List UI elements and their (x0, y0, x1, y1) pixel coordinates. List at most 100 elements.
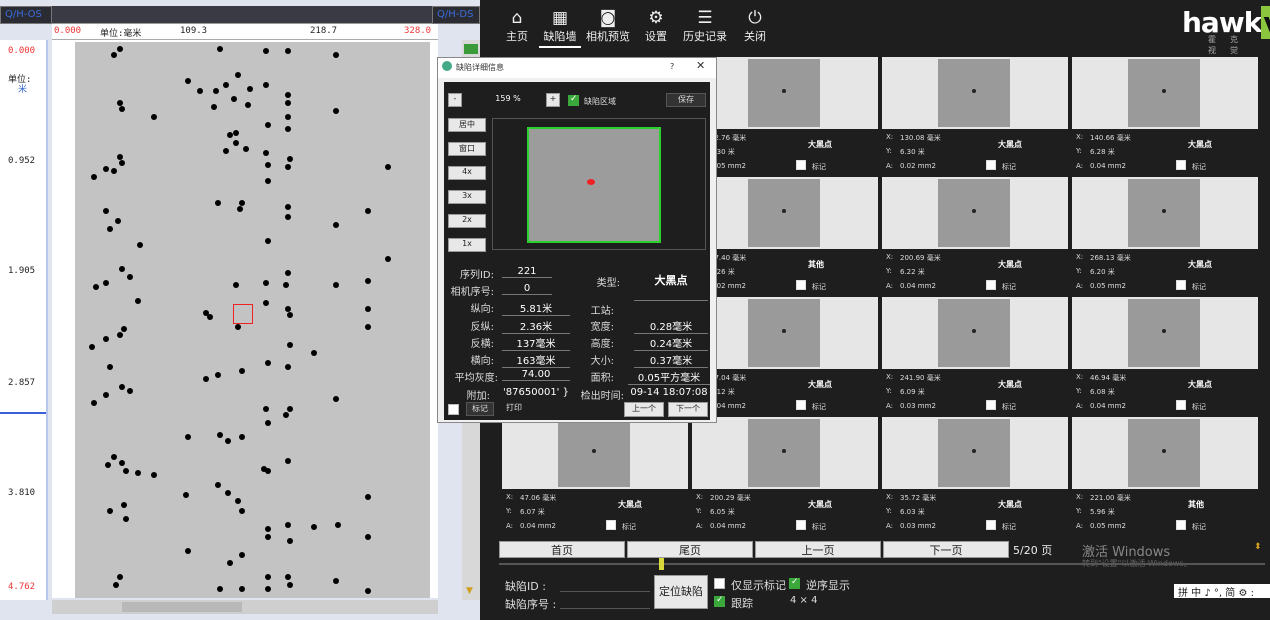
defect-image[interactable] (692, 297, 878, 369)
history-button[interactable]: ☰ 历史记录 (682, 8, 728, 48)
defect-dot[interactable] (127, 388, 133, 394)
defect-dot[interactable] (119, 106, 125, 112)
defect-dot[interactable] (185, 548, 191, 554)
defect-dot[interactable] (223, 148, 229, 154)
defect-dot[interactable] (365, 494, 371, 500)
defect-image[interactable] (692, 57, 878, 129)
mark-button[interactable]: 标记 (466, 402, 494, 416)
defect-thumbnail[interactable]: X:57.40 毫米Y:6.26 米A:0.02 mm2其他标记 (692, 177, 878, 295)
defect-dot[interactable] (385, 164, 391, 170)
defect-dot[interactable] (215, 372, 221, 378)
defect-dot[interactable] (119, 160, 125, 166)
defect-dot[interactable] (117, 574, 123, 580)
defect-dot[interactable] (231, 96, 237, 102)
scroll-thumb[interactable] (122, 602, 242, 612)
defect-dot[interactable] (243, 146, 249, 152)
defect-dot[interactable] (335, 522, 341, 528)
defect-dot[interactable] (203, 376, 209, 382)
mark-checkbox[interactable] (1176, 160, 1186, 170)
defect-thumbnail[interactable]: X:62.76 毫米Y:6.30 米A:0.05 mm2大黑点标记 (692, 57, 878, 175)
mark-checkbox[interactable] (796, 280, 806, 290)
mark-checkbox[interactable] (1176, 280, 1186, 290)
zoom-2x-button[interactable]: 2x (448, 214, 486, 228)
defect-dot[interactable] (247, 86, 253, 92)
defect-dot[interactable] (223, 82, 229, 88)
defect-dot[interactable] (311, 524, 317, 530)
defect-dot[interactable] (239, 434, 245, 440)
defect-dot[interactable] (365, 534, 371, 540)
defect-dot[interactable] (117, 46, 123, 52)
defect-thumbnail[interactable]: X:57.04 毫米Y:6.12 米A:0.04 mm2大黑点标记 (692, 297, 878, 415)
defect-dot[interactable] (103, 336, 109, 342)
defect-dot[interactable] (265, 420, 271, 426)
defect-dot[interactable] (235, 324, 241, 330)
zoom-4x-button[interactable]: 4x (448, 166, 486, 180)
defect-dot[interactable] (207, 314, 213, 320)
defect-dot[interactable] (245, 102, 251, 108)
defect-dot[interactable] (285, 270, 291, 276)
defect-thumbnail[interactable]: X: 241.90 毫米 Y: 6.09 米 A: 0.03 mm2 大黑点 标记 (882, 297, 1068, 415)
defect-image[interactable] (882, 417, 1068, 489)
mark-checkbox[interactable] (986, 160, 996, 170)
defect-dot[interactable] (113, 582, 119, 588)
window-button[interactable]: 窗口 (448, 142, 486, 156)
defect-dot[interactable] (285, 126, 291, 132)
defect-image-view[interactable] (492, 118, 706, 250)
defect-dot[interactable] (185, 78, 191, 84)
defect-dot[interactable] (107, 364, 113, 370)
track-checkbox[interactable] (714, 595, 725, 607)
defect-wall-button[interactable]: ▦ 缺陷墙 (539, 8, 581, 48)
defect-image[interactable] (882, 177, 1068, 249)
defect-dot[interactable] (265, 586, 271, 592)
defect-dot[interactable] (123, 516, 129, 522)
defect-dot[interactable] (365, 324, 371, 330)
defect-dot[interactable] (105, 462, 111, 468)
defect-dot[interactable] (103, 392, 109, 398)
defect-dot[interactable] (215, 482, 221, 488)
defect-dot[interactable] (285, 164, 291, 170)
prev-defect-button[interactable]: 上一个 (624, 402, 664, 417)
scroll-up-icon[interactable] (464, 44, 478, 54)
defect-id-input[interactable] (560, 591, 650, 592)
defect-dot[interactable] (333, 222, 339, 228)
zoom-in-button[interactable]: + (546, 93, 560, 107)
defect-dot[interactable] (265, 162, 271, 168)
selected-defect-marker[interactable] (233, 304, 253, 324)
defect-dot[interactable] (103, 166, 109, 172)
defect-dot[interactable] (119, 384, 125, 390)
next-defect-button[interactable]: 下一个 (668, 402, 708, 417)
page-slider[interactable] (499, 558, 1265, 570)
defect-dot[interactable] (119, 460, 125, 466)
defect-image[interactable] (1072, 177, 1258, 249)
defect-dot[interactable] (333, 108, 339, 114)
defect-dot[interactable] (215, 200, 221, 206)
defect-dot[interactable] (285, 522, 291, 528)
defect-thumbnail[interactable]: X: 130.08 毫米 Y: 6.30 米 A: 0.02 mm2 大黑点 标记 (882, 57, 1068, 175)
mark-checkbox[interactable] (796, 400, 806, 410)
defect-dot[interactable] (285, 114, 291, 120)
defect-dot[interactable] (237, 206, 243, 212)
defect-dot[interactable] (265, 526, 271, 532)
defect-dot[interactable] (287, 406, 293, 412)
defect-dot[interactable] (119, 266, 125, 272)
defect-dot[interactable] (239, 368, 245, 374)
defect-thumbnail[interactable]: X: 140.66 毫米 Y: 6.28 米 A: 0.04 mm2 大黑点 标记 (1072, 57, 1258, 175)
zoom-out-button[interactable]: - (448, 93, 462, 107)
defect-dot[interactable] (265, 574, 271, 580)
defect-dot[interactable] (111, 52, 117, 58)
zoom-3x-button[interactable]: 3x (448, 190, 486, 204)
defect-dot[interactable] (211, 104, 217, 110)
defect-thumbnail[interactable]: X: 46.94 毫米 Y: 6.08 米 A: 0.04 mm2 大黑点 标记 (1072, 297, 1258, 415)
defect-dot[interactable] (333, 282, 339, 288)
mark-checkbox[interactable] (986, 400, 996, 410)
defect-dot[interactable] (235, 72, 241, 78)
defect-dot[interactable] (217, 432, 223, 438)
defect-dot[interactable] (333, 52, 339, 58)
defect-dot[interactable] (107, 508, 113, 514)
defect-image[interactable] (882, 57, 1068, 129)
defect-dot[interactable] (91, 400, 97, 406)
mark-checkbox[interactable] (986, 280, 996, 290)
defect-dot[interactable] (227, 560, 233, 566)
defect-dot[interactable] (263, 406, 269, 412)
first-page-button[interactable]: 首页 (499, 541, 625, 558)
